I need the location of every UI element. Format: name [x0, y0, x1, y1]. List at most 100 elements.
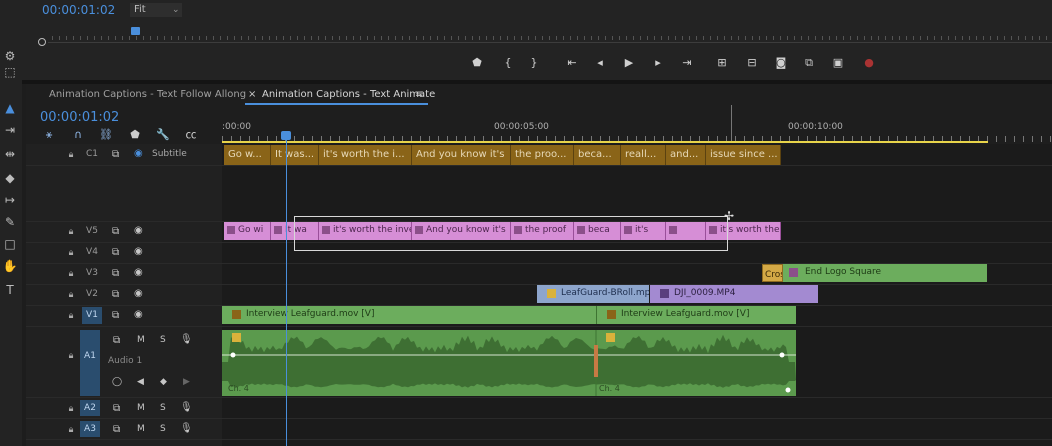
record-icon[interactable]: ●	[861, 55, 877, 71]
rectangle-tool-icon[interactable]: □	[2, 236, 18, 252]
lock-icon[interactable]: 🔒︎	[66, 290, 76, 300]
track-label-v1[interactable]: V1	[82, 307, 102, 324]
caption-clip[interactable]: beca...	[574, 145, 621, 165]
eye-icon[interactable]: ◉	[134, 148, 143, 159]
volume-knob-icon[interactable]: ◯	[112, 377, 122, 387]
lock-icon[interactable]: 🔒︎	[66, 311, 76, 321]
audio-clip[interactable]: Ch. 4 Ch. 4	[222, 330, 796, 396]
sync-lock-icon[interactable]: ⧉	[112, 247, 119, 258]
add-marker-icon[interactable]: ⬟	[128, 128, 142, 142]
next-keyframe-icon[interactable]: ▶	[183, 377, 190, 387]
track-label-a3[interactable]: A3	[80, 421, 100, 437]
microphone-icon[interactable]: 🎙︎	[180, 402, 193, 413]
hand-tool-icon[interactable]: ✋	[2, 258, 18, 274]
mark-in-icon[interactable]: {	[500, 55, 516, 71]
settings-icon[interactable]: ⚙	[2, 48, 18, 64]
solo-button[interactable]: S	[160, 424, 166, 434]
track-select-tool-icon[interactable]: ⇥	[2, 122, 18, 138]
sync-lock-icon[interactable]: ⧉	[113, 403, 120, 414]
mark-out-icon[interactable]: }	[526, 55, 542, 71]
monitor-playhead[interactable]	[131, 27, 140, 35]
interview-clip[interactable]: Interview Leafguard.mov [V]	[222, 306, 596, 324]
tab-text-animate[interactable]: Animation Captions - Text Animate	[262, 89, 435, 100]
cross-dissolve-transition[interactable]: Cros	[762, 264, 783, 282]
keyframe-icon[interactable]: ◆	[160, 377, 167, 387]
go-to-out-icon[interactable]: ⇥	[679, 55, 695, 71]
track-label-v4[interactable]: V4	[82, 244, 102, 261]
track-label-a2[interactable]: A2	[80, 400, 100, 416]
lock-icon[interactable]: 🔒︎	[66, 404, 76, 414]
prev-keyframe-icon[interactable]: ◀	[137, 377, 144, 387]
type-tool-icon[interactable]: T	[2, 282, 18, 298]
snap-icon[interactable]: ∩	[71, 128, 85, 142]
caption-clip[interactable]: It was...	[271, 145, 319, 165]
step-forward-icon[interactable]: ▸	[650, 55, 666, 71]
eye-icon[interactable]: ◉	[134, 309, 143, 320]
extract-icon[interactable]: ⊟	[744, 55, 760, 71]
export-icon[interactable]: ⬚	[2, 64, 18, 80]
eye-icon[interactable]: ◉	[134, 246, 143, 257]
sync-lock-icon[interactable]: ⧉	[112, 310, 119, 321]
lock-icon[interactable]: 🔒︎	[66, 425, 76, 435]
ripple-edit-tool-icon[interactable]: ⇹	[2, 146, 18, 162]
go-to-in-icon[interactable]: ⇤	[564, 55, 580, 71]
selection-tool-icon[interactable]: ▲	[2, 100, 18, 116]
broll-clip[interactable]: LeafGuard-BRoll.mp4	[537, 285, 649, 303]
add-marker-icon[interactable]: ⬟	[469, 55, 485, 71]
close-icon[interactable]: ×	[248, 89, 256, 100]
captions-icon[interactable]: ㏄	[184, 128, 198, 142]
lock-icon[interactable]: 🔒︎	[66, 227, 76, 237]
slip-tool-icon[interactable]: ↦	[2, 192, 18, 208]
caption-clip[interactable]: issue since ...	[706, 145, 781, 165]
camera-icon[interactable]: ◙	[773, 55, 789, 71]
solo-button[interactable]: S	[160, 403, 166, 413]
lift-icon[interactable]: ⊞	[714, 55, 730, 71]
playhead[interactable]	[281, 131, 291, 140]
microphone-icon[interactable]: 🎙︎	[180, 334, 193, 345]
lock-icon[interactable]: 🔒︎	[66, 351, 76, 361]
pen-tool-icon[interactable]: ✎	[2, 214, 18, 230]
sync-lock-icon[interactable]: ⧉	[113, 424, 120, 435]
dji-clip[interactable]: DJI_0009.MP4	[650, 285, 818, 303]
step-back-icon[interactable]: ◂	[592, 55, 608, 71]
mute-button[interactable]: M	[137, 424, 145, 434]
eye-icon[interactable]: ◉	[134, 225, 143, 236]
lock-icon[interactable]: 🔒︎	[66, 248, 76, 258]
lock-icon[interactable]: 🔒︎	[66, 150, 76, 160]
track-label-v2[interactable]: V2	[82, 286, 102, 303]
sync-lock-icon[interactable]: ⧉	[112, 268, 119, 279]
linked-selection-icon[interactable]: ⛓	[99, 128, 113, 142]
razor-tool-icon[interactable]: ◆	[2, 170, 18, 186]
motion-graphics-clip[interactable]: Go wi	[224, 222, 271, 240]
mute-button[interactable]: M	[137, 335, 145, 345]
microphone-icon[interactable]: 🎙︎	[180, 423, 193, 434]
tab-text-follow-along[interactable]: Animation Captions - Text Follow Allong	[49, 89, 246, 100]
comparison-view-icon[interactable]: ⧉	[801, 55, 817, 71]
sequence-timecode[interactable]: 00:00:01:02	[40, 110, 119, 125]
caption-clip[interactable]: Go w...	[224, 145, 271, 165]
track-label-v3[interactable]: V3	[82, 265, 102, 282]
caption-clip[interactable]: and...	[666, 145, 706, 165]
caption-clip[interactable]: the proo...	[511, 145, 574, 165]
program-timecode[interactable]: 00:00:01:02	[42, 3, 115, 17]
proxy-toggle-icon[interactable]: ▣	[830, 55, 846, 71]
sync-lock-icon[interactable]: ⧉	[112, 226, 119, 237]
mute-button[interactable]: M	[137, 403, 145, 413]
caption-clip[interactable]: reall...	[621, 145, 666, 165]
play-icon[interactable]: ▶	[621, 55, 637, 71]
interview-clip[interactable]: Interview Leafguard.mov [V]	[596, 306, 796, 324]
sync-lock-icon[interactable]: ⧉	[113, 335, 120, 346]
sync-lock-icon[interactable]: ⧉	[112, 289, 119, 300]
nest-icon[interactable]: ⚹	[42, 128, 56, 142]
lock-icon[interactable]: 🔒︎	[66, 269, 76, 279]
caption-clip[interactable]: it's worth the i...	[319, 145, 412, 165]
eye-icon[interactable]: ◉	[134, 267, 143, 278]
end-logo-clip[interactable]: End Logo Square	[783, 264, 987, 282]
sync-lock-icon[interactable]: ⧉	[112, 149, 119, 160]
panel-menu-icon[interactable]: ≡	[415, 89, 423, 100]
work-area-bar[interactable]	[222, 141, 988, 143]
solo-button[interactable]: S	[160, 335, 166, 345]
caption-clip[interactable]: And you know it's	[412, 145, 511, 165]
eye-icon[interactable]: ◉	[134, 288, 143, 299]
track-label-v5[interactable]: V5	[82, 223, 102, 240]
